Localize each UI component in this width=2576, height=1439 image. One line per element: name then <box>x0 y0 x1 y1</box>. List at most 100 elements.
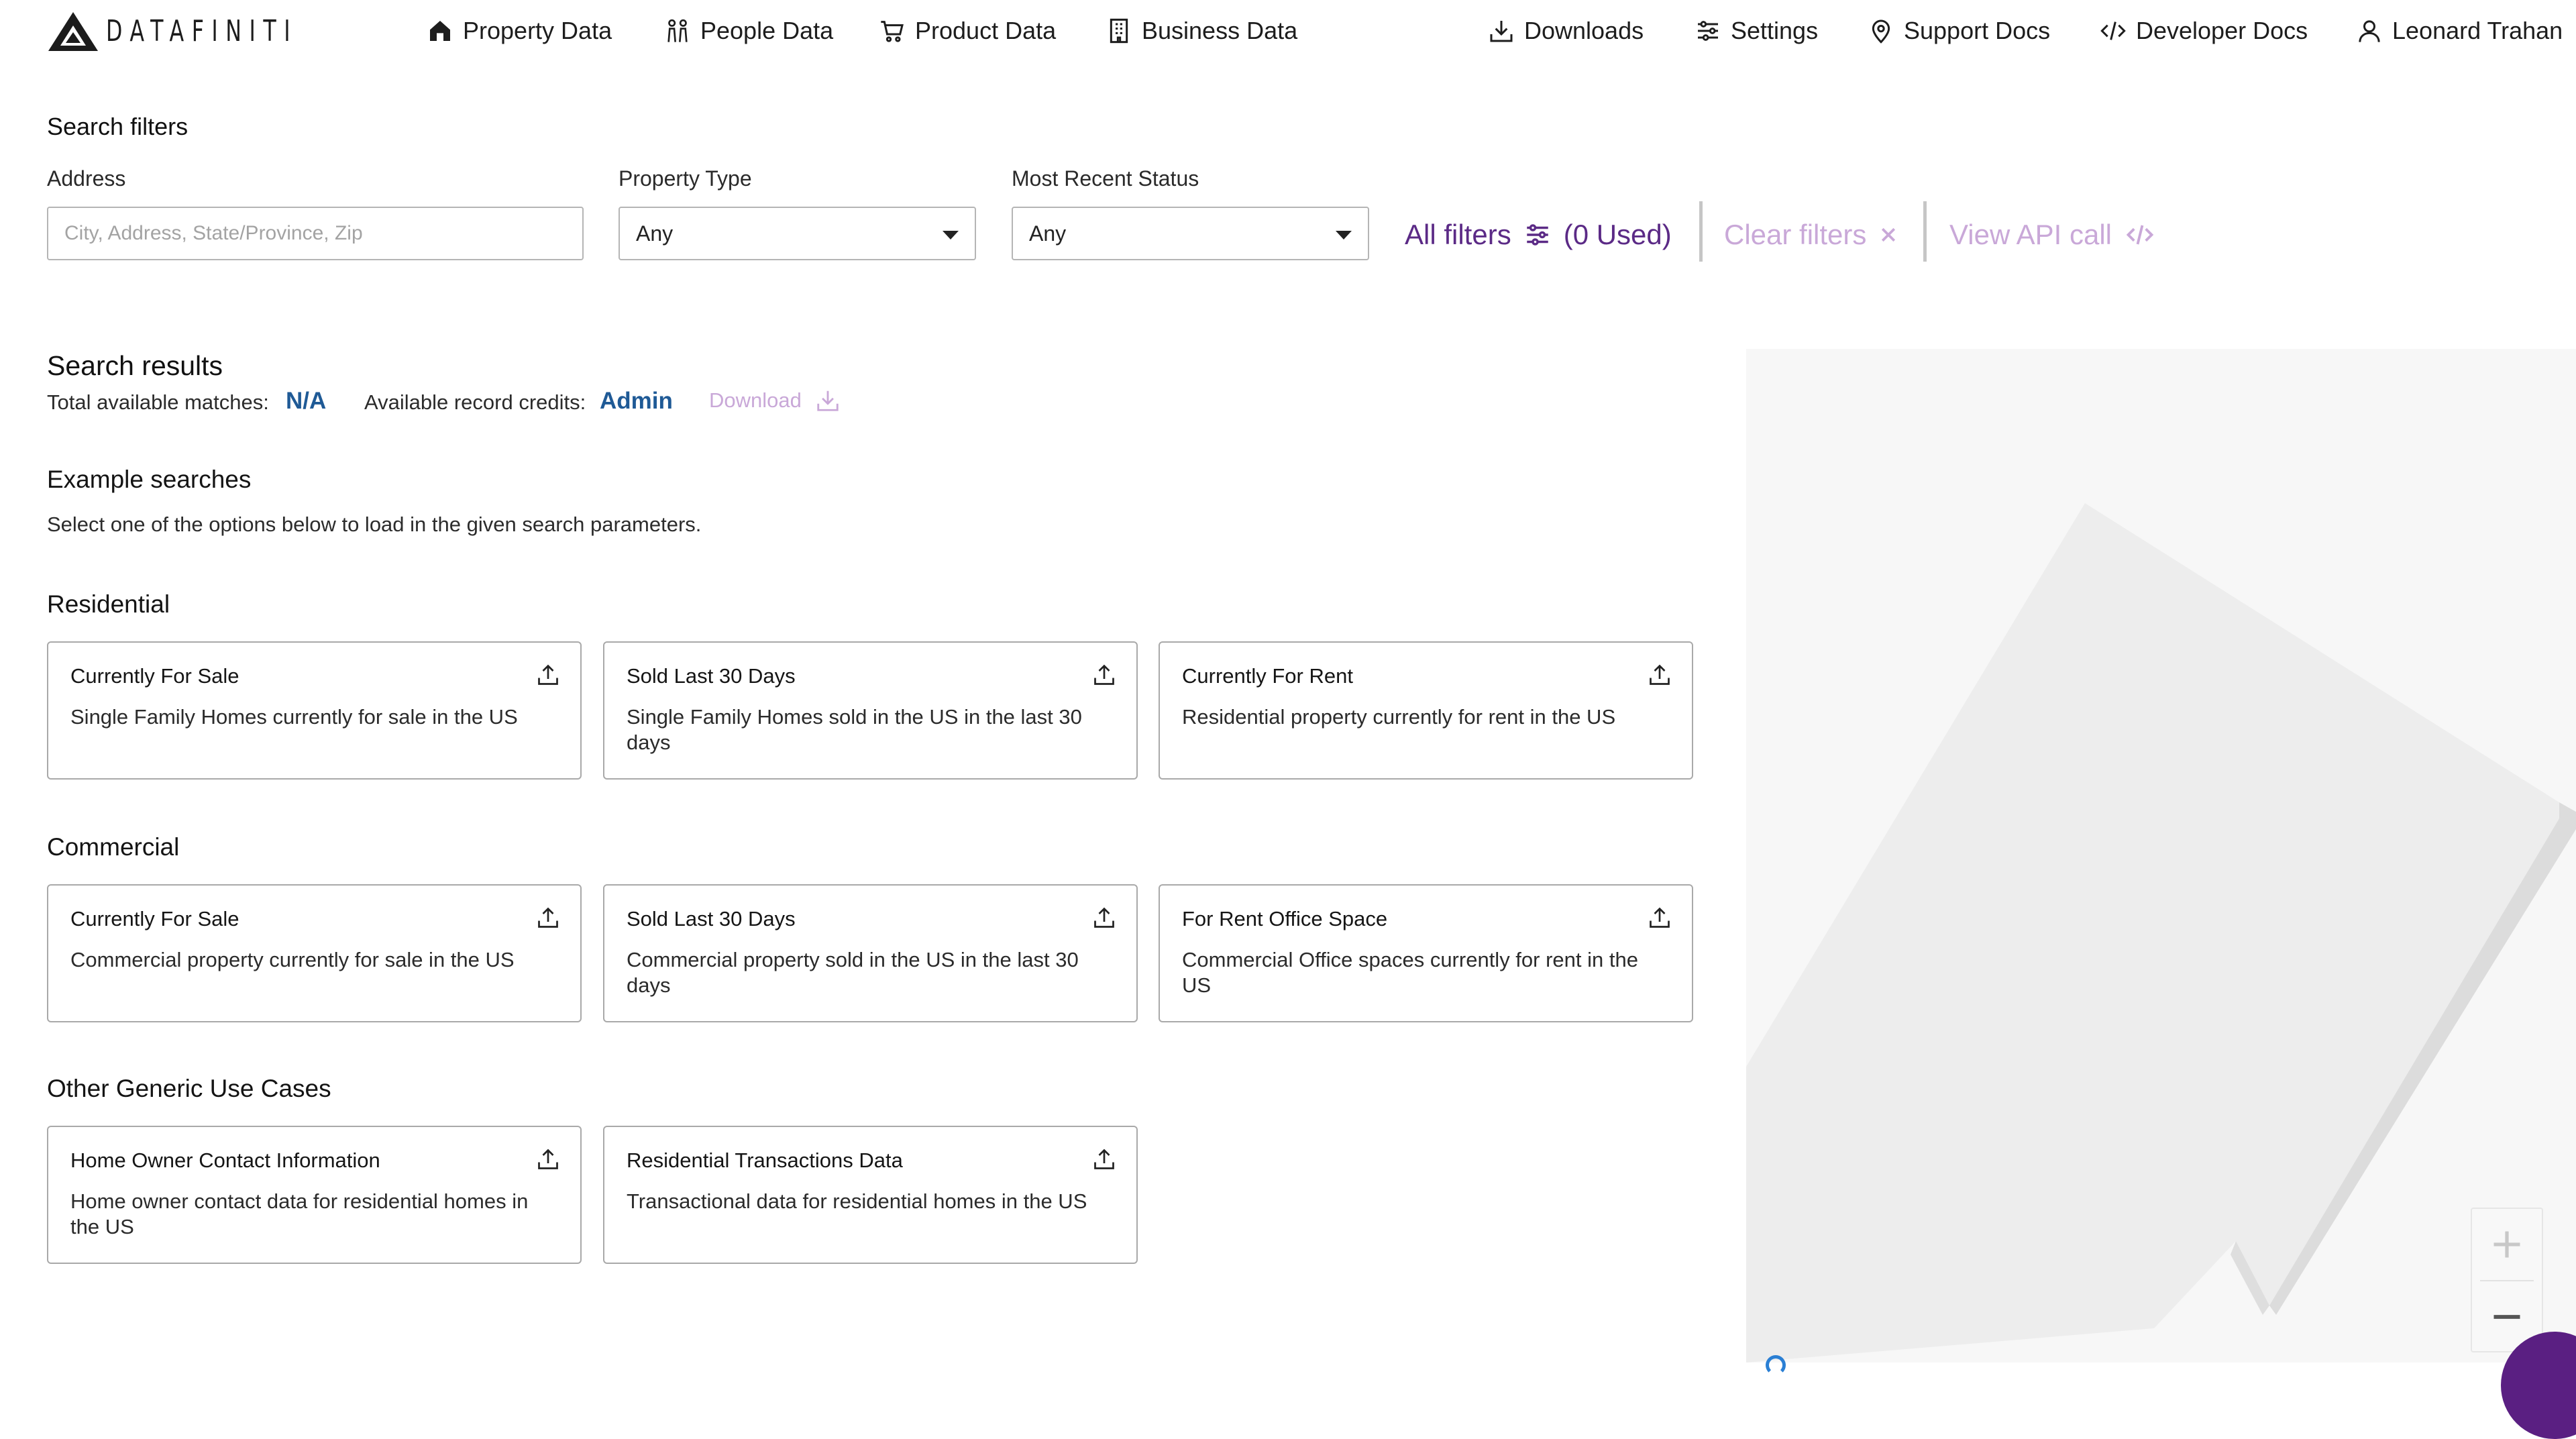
close-icon <box>1882 227 1896 242</box>
card-title: Home Owner Contact Information <box>70 1149 380 1172</box>
record-credits-label: Available record credits: <box>364 390 586 414</box>
upload-icon <box>1094 664 1114 685</box>
nav-label: Developer Docs <box>2136 17 2308 44</box>
all-filters-label: All filters <box>1405 219 1511 250</box>
property-type-select[interactable]: Any <box>619 207 976 260</box>
card-title: Currently For Sale <box>70 664 239 688</box>
code-icon <box>2100 21 2126 40</box>
upload-icon <box>538 664 558 685</box>
filter-sliders-icon <box>1526 224 1548 246</box>
nav-developer-docs[interactable]: Developer Docs <box>2100 13 2308 48</box>
card-title: Sold Last 30 Days <box>627 664 796 688</box>
map-shape <box>1746 503 2576 1363</box>
card-description: Single Family Homes currently for sale i… <box>70 705 518 729</box>
property-type-value: Any <box>636 221 674 246</box>
nav-label: Property Data <box>463 17 612 44</box>
download-results-button[interactable]: Download <box>709 388 841 413</box>
card-title: Currently For Rent <box>1182 664 1353 688</box>
example-card[interactable]: Currently For Sale Commercial property c… <box>47 884 582 1022</box>
map-zoom-controls <box>2471 1208 2543 1352</box>
download-label: Download <box>709 388 802 412</box>
address-search-input[interactable] <box>47 207 584 260</box>
user-icon <box>2359 20 2380 42</box>
nav-label: People Data <box>700 17 834 44</box>
view-api-call-label: View API call <box>1949 219 2112 250</box>
example-searches-title: Example searches <box>47 466 252 493</box>
top-navigation: DATAFINITI Property Data People Data Pro… <box>0 0 2576 62</box>
group-title-commercial: Commercial <box>47 833 180 861</box>
nav-label: Product Data <box>915 17 1057 44</box>
upload-icon <box>1094 1149 1114 1169</box>
nav-people-data[interactable]: People Data <box>664 13 833 48</box>
map-attribution-icon <box>1766 1355 1786 1375</box>
datafiniti-logo[interactable]: DATAFINITI <box>47 9 372 52</box>
zoom-in-button[interactable] <box>2472 1209 2542 1280</box>
filters-used-count: (0 Used) <box>1563 219 1672 250</box>
clear-filters-button[interactable]: Clear filters <box>1724 216 1898 254</box>
nav-downloads[interactable]: Downloads <box>1488 13 1644 48</box>
example-card[interactable]: Currently For Sale Single Family Homes c… <box>47 641 582 780</box>
group-title-residential: Residential <box>47 590 170 618</box>
nav-label: Business Data <box>1142 17 1298 44</box>
total-matches-label: Total available matches: <box>47 390 269 414</box>
caret-down-icon <box>1336 231 1352 239</box>
card-description: Residential property currently for rent … <box>1182 705 1616 729</box>
address-label: Address <box>47 166 126 191</box>
view-api-call-button[interactable]: View API call <box>1949 216 2156 254</box>
example-card[interactable]: Sold Last 30 Days Commercial property so… <box>603 884 1138 1022</box>
sliders-icon <box>1698 21 1718 41</box>
example-card[interactable]: For Rent Office Space Commercial Office … <box>1159 884 1693 1022</box>
example-card[interactable]: Residential Transactions Data Transactio… <box>603 1126 1138 1264</box>
total-matches-value: N/A <box>286 388 327 414</box>
card-description: Commercial property sold in the US in th… <box>627 948 1079 997</box>
search-filters-title: Search filters <box>47 113 189 140</box>
most-recent-status-label: Most Recent Status <box>1012 166 1199 191</box>
example-card[interactable]: Sold Last 30 Days Single Family Homes so… <box>603 641 1138 780</box>
cart-icon <box>881 21 904 42</box>
example-card[interactable]: Home Owner Contact Information Home owne… <box>47 1126 582 1264</box>
status-value: Any <box>1029 221 1067 246</box>
example-searches-helper: Select one of the options below to load … <box>47 513 702 536</box>
nav-label: Leonard Trahan <box>2392 17 2563 44</box>
location-pin-icon <box>1872 19 1890 44</box>
nav-label: Downloads <box>1524 17 1644 44</box>
people-icon <box>667 19 688 42</box>
card-description: Home owner contact data for residential … <box>70 1189 529 1238</box>
upload-icon <box>538 907 558 928</box>
download-icon <box>817 390 839 411</box>
logo-mark-icon <box>48 12 98 51</box>
nav-product-data[interactable]: Product Data <box>879 13 1056 48</box>
minus-icon <box>2493 1315 2520 1319</box>
most-recent-status-select[interactable]: Any <box>1012 207 1369 260</box>
card-description: Commercial Office spaces currently for r… <box>1182 948 1638 997</box>
download-icon <box>1490 21 1513 42</box>
nav-property-data[interactable]: Property Data <box>427 13 612 48</box>
plus-icon <box>2493 1231 2520 1258</box>
home-icon <box>430 21 450 41</box>
card-description: Single Family Homes sold in the US in th… <box>627 705 1082 754</box>
all-filters-button[interactable]: All filters (0 Used) <box>1405 216 1672 254</box>
map-view[interactable] <box>1746 349 2576 1363</box>
divider <box>1923 201 1927 262</box>
card-description: Commercial property currently for sale i… <box>70 948 515 971</box>
group-title-other: Other Generic Use Cases <box>47 1075 331 1102</box>
example-card[interactable]: Currently For Rent Residential property … <box>1159 641 1693 780</box>
clear-filters-label: Clear filters <box>1724 219 1867 250</box>
building-icon <box>1110 18 1128 44</box>
nav-label: Settings <box>1731 17 1819 44</box>
record-credits-value: Admin <box>600 388 673 414</box>
card-title: Sold Last 30 Days <box>627 907 796 930</box>
logo-text: DATAFINITI <box>106 13 299 48</box>
nav-support-docs[interactable]: Support Docs <box>1868 13 2050 48</box>
upload-icon <box>1650 664 1670 685</box>
code-icon <box>2126 225 2154 245</box>
nav-business-data[interactable]: Business Data <box>1106 13 1297 48</box>
caret-down-icon <box>943 231 959 239</box>
nav-user-account[interactable]: Leonard Trahan <box>2356 13 2563 48</box>
upload-icon <box>1094 907 1114 928</box>
upload-icon <box>538 1149 558 1169</box>
property-type-label: Property Type <box>619 166 752 191</box>
nav-settings[interactable]: Settings <box>1695 13 1818 48</box>
card-title: Currently For Sale <box>70 907 239 930</box>
search-results-title: Search results <box>47 350 223 381</box>
